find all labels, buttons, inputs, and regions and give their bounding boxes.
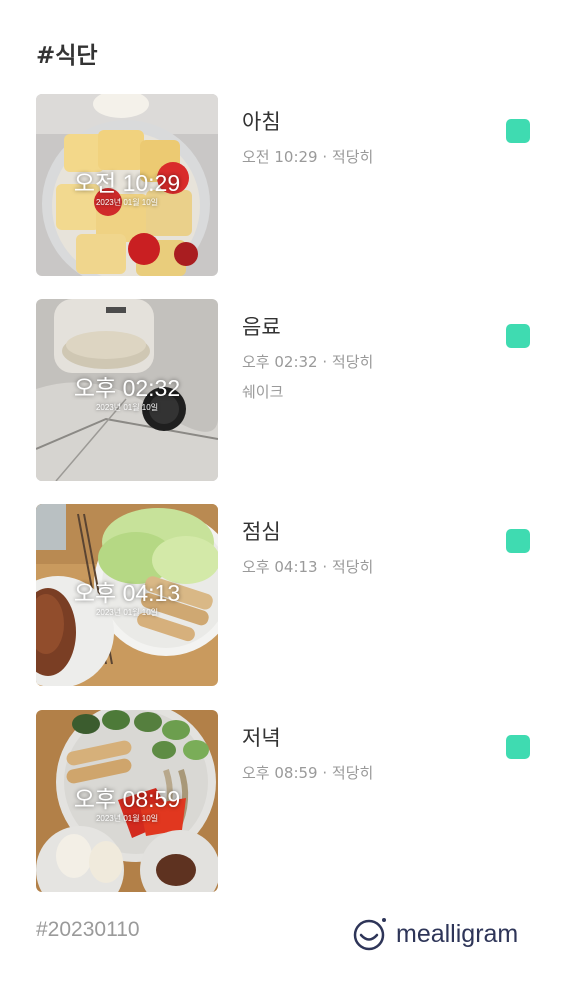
brand-name: mealligram	[396, 919, 519, 948]
photo-time-overlay: 오전 10:29	[73, 170, 181, 196]
meal-meta: 오전 10:29 · 적당히	[242, 148, 374, 166]
smile-logo-icon	[353, 918, 386, 951]
meal-name: 저녁	[242, 726, 281, 750]
meal-name: 아침	[242, 110, 281, 134]
brand-logo: mealligram	[352, 914, 518, 954]
meal-photo[interactable]: 오후 04:13 2023년 01월 10일	[36, 504, 218, 686]
meal-photo[interactable]: 오전 10:29 2023년 01월 10일	[36, 94, 218, 276]
page-title: #식단	[36, 43, 98, 69]
meal-note: 쉐이크	[242, 383, 284, 401]
meal-name: 음료	[242, 315, 281, 339]
meal-meta: 오후 04:13 · 적당히	[242, 558, 374, 576]
photo-date-overlay: 2023년 01월 10일	[95, 608, 159, 617]
meal-photo[interactable]: 오후 08:59 2023년 01월 10일	[36, 710, 218, 892]
photo-time-overlay: 오후 02:32	[73, 375, 181, 401]
status-badge	[506, 119, 530, 143]
status-badge	[506, 529, 530, 553]
photo-date-overlay: 2023년 01월 10일	[95, 403, 159, 412]
meal-entry-lunch[interactable]: 오후 04:13 2023년 01월 10일 점심 오후 04:13 · 적당히	[0, 504, 567, 686]
photo-date-overlay: 2023년 01월 10일	[95, 814, 159, 823]
meal-entry-dinner[interactable]: 오후 08:59 2023년 01월 10일 저녁 오후 08:59 · 적당히	[0, 710, 567, 892]
photo-time-overlay: 오후 08:59	[73, 786, 181, 812]
meal-meta: 오후 02:32 · 적당히	[242, 353, 374, 371]
photo-time-overlay: 오후 04:13	[73, 580, 181, 606]
photo-date-overlay: 2023년 01월 10일	[95, 198, 159, 207]
meal-photo[interactable]: 오후 02:32 2023년 01월 10일	[36, 299, 218, 481]
status-badge	[506, 735, 530, 759]
meal-meta: 오후 08:59 · 적당히	[242, 764, 374, 782]
status-badge	[506, 324, 530, 348]
meal-entry-breakfast[interactable]: 오전 10:29 2023년 01월 10일 아침 오전 10:29 · 적당히	[0, 94, 567, 276]
meal-entry-drink[interactable]: 오후 02:32 2023년 01월 10일 음료 오후 02:32 · 적당히…	[0, 299, 567, 481]
date-hashtag: #20230110	[36, 918, 140, 941]
meal-name: 점심	[242, 520, 281, 544]
